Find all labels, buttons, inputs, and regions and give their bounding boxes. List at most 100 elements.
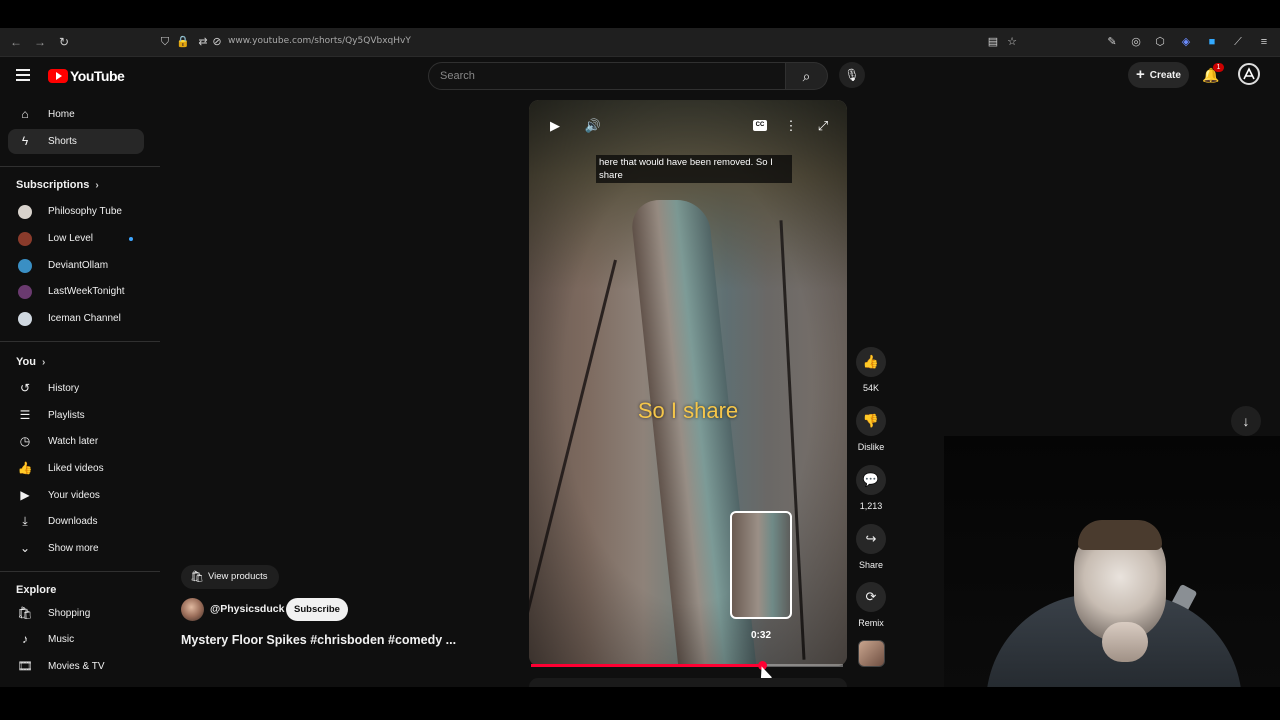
- sidebar-item-history[interactable]: ↺ History: [8, 376, 144, 401]
- sidebar-item-shopping[interactable]: 🛍 Shopping: [8, 601, 144, 626]
- extension-square-icon[interactable]: ■: [1204, 34, 1220, 50]
- channel-handle[interactable]: @Physicsduck: [210, 603, 284, 615]
- music-icon: ♪: [22, 632, 28, 646]
- sidebar-item-show-more[interactable]: ⌄ Show more: [8, 536, 144, 561]
- sidebar-item-deviantollam[interactable]: DeviantOllam: [8, 253, 144, 278]
- sidebar-item-music[interactable]: ♪ Music: [8, 627, 144, 652]
- notifications-button[interactable]: 🔔 1: [1201, 63, 1224, 85]
- movies-icon: 🎞: [17, 659, 33, 673]
- subscribe-button[interactable]: Subscribe: [286, 598, 348, 621]
- reload-icon[interactable]: ↻: [56, 34, 72, 50]
- sidebar-item-label: Your videos: [48, 490, 100, 501]
- sidebar-item-label: Iceman Channel: [48, 313, 121, 324]
- progress-bar[interactable]: [531, 661, 843, 670]
- sidebar-item-label: Show more: [48, 543, 99, 554]
- remix-icon: ⟳: [856, 582, 886, 612]
- sidebar-item-label: DeviantOllam: [48, 260, 109, 271]
- share-label: Share: [858, 560, 884, 570]
- reader-view-icon[interactable]: ▤: [985, 34, 1001, 50]
- subscriptions-title: Subscriptions: [16, 179, 90, 191]
- account-avatar[interactable]: [1238, 63, 1260, 85]
- divider: [0, 571, 160, 572]
- extension-shield-icon[interactable]: ◈: [1178, 34, 1194, 50]
- sidebar-item-low-level[interactable]: Low Level: [8, 226, 144, 251]
- sidebar-item-shorts[interactable]: ϟ Shorts: [8, 129, 144, 154]
- browser-toolbar: ← → ↻ ⛉ 🔒 ⇄ ⊘ www.youtube.com/shorts/Qy5…: [0, 28, 1280, 57]
- chevron-right-icon: ›: [41, 357, 46, 368]
- back-icon[interactable]: ←: [8, 34, 24, 50]
- progress-fill: [531, 664, 762, 667]
- sidebar-item-label: History: [48, 383, 80, 394]
- sidebar-item-home[interactable]: ⌂ Home: [8, 102, 144, 127]
- you-title: You: [16, 356, 36, 368]
- divider: [0, 341, 160, 342]
- window-top-strip: [0, 0, 1280, 28]
- lock-icon[interactable]: 🔒: [175, 34, 191, 50]
- share-button[interactable]: ↪ Share: [856, 524, 886, 570]
- bottom-strip: [0, 687, 1280, 720]
- plus-icon: +: [1136, 66, 1145, 83]
- search-icon: ⌕: [802, 68, 811, 84]
- shield-icon[interactable]: ⛉: [157, 34, 173, 50]
- shopping-icon: 🛍: [17, 606, 33, 620]
- search-button[interactable]: ⌕: [786, 62, 828, 90]
- thumbs-up-icon: 👍: [856, 347, 886, 377]
- playlists-icon: ☰: [19, 408, 31, 422]
- youtube-header: YouTube Search ⌕ 🎙 + Create 🔔 1: [0, 57, 1280, 97]
- your-videos-icon: ▶: [20, 488, 30, 502]
- sidebar-item-playlists[interactable]: ☰ Playlists: [8, 403, 144, 428]
- you-heading[interactable]: You ›: [16, 356, 45, 368]
- subscriptions-heading[interactable]: Subscriptions ›: [16, 179, 99, 191]
- extensions-icon[interactable]: ⬡: [1152, 34, 1168, 50]
- account-logo-icon: [1243, 67, 1255, 80]
- view-products-button[interactable]: 🛍 View products: [181, 565, 279, 589]
- volume-icon[interactable]: 🔊: [583, 116, 603, 136]
- camera-off-icon[interactable]: ⊘: [209, 34, 225, 50]
- channel-avatar[interactable]: [181, 598, 204, 621]
- forward-icon[interactable]: →: [32, 34, 48, 50]
- dislike-button[interactable]: 👎 Dislike: [856, 406, 886, 452]
- sidebar-item-iceman-channel[interactable]: Iceman Channel: [8, 306, 144, 331]
- bookmark-star-icon[interactable]: ☆: [1004, 34, 1020, 50]
- history-icon: ↺: [19, 381, 31, 395]
- account-icon[interactable]: ◎: [1128, 34, 1144, 50]
- view-products-label: View products: [208, 571, 268, 582]
- logo-text: YouTube: [70, 68, 125, 84]
- extension-misc-icon[interactable]: ⟋: [1230, 34, 1246, 50]
- seek-preview-time: 0:32: [750, 630, 771, 641]
- shorts-video-player[interactable]: ▶ 🔊 CC ⋮ ⤢ here that would have been rem…: [529, 100, 847, 666]
- sidebar-item-your-videos[interactable]: ▶ Your videos: [8, 483, 144, 508]
- more-options-icon[interactable]: ⋮: [781, 116, 801, 136]
- menu-icon[interactable]: ≡: [1256, 34, 1272, 50]
- liked-videos-icon: 👍: [17, 461, 33, 475]
- create-button[interactable]: + Create: [1128, 62, 1189, 88]
- sidebar-item-downloads[interactable]: ⤓ Downloads: [8, 509, 144, 534]
- sidebar-item-movies-tv[interactable]: 🎞 Movies & TV: [8, 654, 144, 679]
- play-icon[interactable]: ▶: [545, 116, 565, 136]
- sidebar-item-label: Downloads: [48, 516, 98, 527]
- url-field[interactable]: www.youtube.com/shorts/Qy5QVbxqHvY: [228, 36, 411, 46]
- youtube-logo[interactable]: YouTube: [48, 68, 125, 84]
- chevron-right-icon: ›: [95, 180, 99, 191]
- video-frame: [529, 100, 847, 666]
- comments-button[interactable]: 💬 1,213: [856, 465, 886, 511]
- sidebar-item-liked-videos[interactable]: 👍 Liked videos: [8, 456, 144, 481]
- sound-thumbnail[interactable]: [858, 640, 885, 667]
- remix-button[interactable]: ⟳ Remix: [856, 582, 886, 628]
- hamburger-menu-icon[interactable]: [16, 69, 32, 83]
- sidebar-item-philosophy-tube[interactable]: Philosophy Tube: [8, 199, 144, 224]
- like-button[interactable]: 👍 54K: [856, 347, 886, 393]
- sidebar-item-lastweektonight[interactable]: LastWeekTonight: [8, 279, 144, 304]
- next-video-button[interactable]: ↓: [1231, 406, 1261, 436]
- comment-count: 1,213: [859, 501, 883, 511]
- captions-icon[interactable]: CC: [753, 120, 767, 131]
- sidebar-item-watch-later[interactable]: ◷ Watch later: [8, 429, 144, 454]
- channel-avatar: [18, 205, 32, 219]
- search-input[interactable]: Search: [428, 62, 786, 90]
- fullscreen-icon[interactable]: ⤢: [813, 116, 833, 136]
- voice-search-button[interactable]: 🎙: [839, 62, 865, 88]
- tools-icon[interactable]: ✎: [1104, 34, 1120, 50]
- seek-preview-thumbnail: [730, 511, 792, 619]
- share-icon: ↪: [856, 524, 886, 554]
- video-title[interactable]: Mystery Floor Spikes #chrisboden #comedy…: [181, 633, 471, 647]
